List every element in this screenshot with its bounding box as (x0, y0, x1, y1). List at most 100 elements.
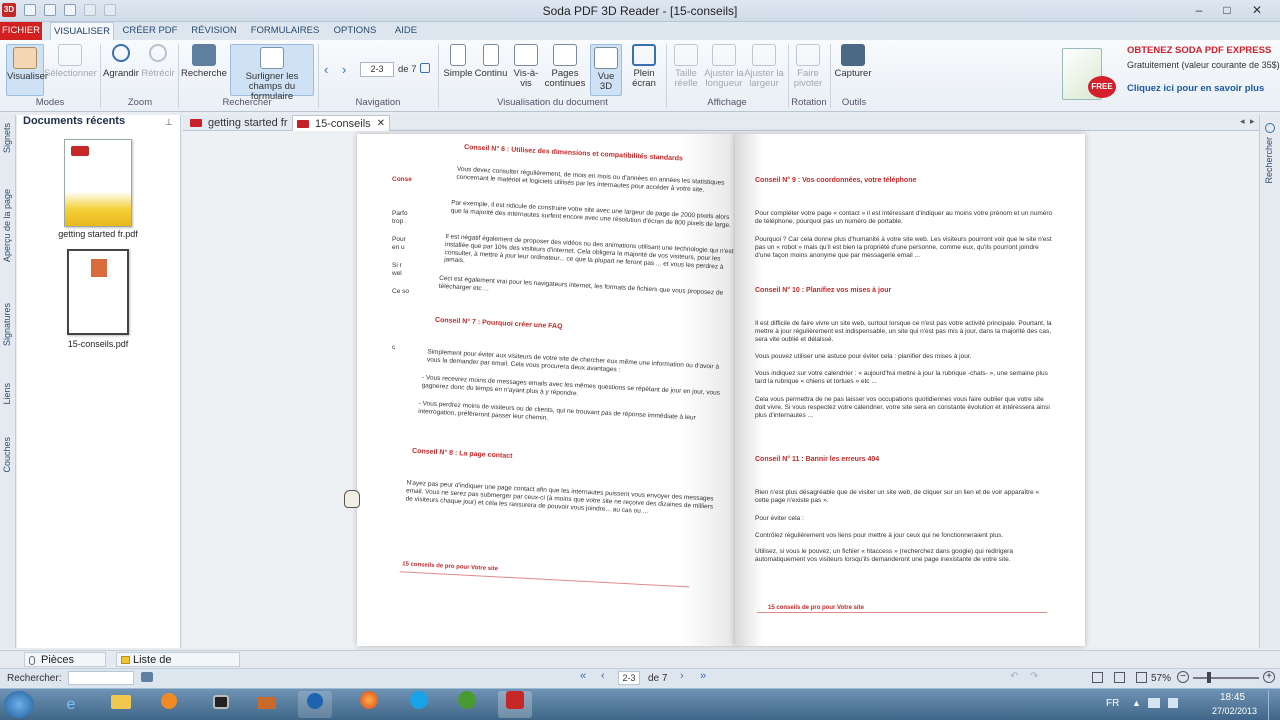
zoom-slider-thumb[interactable] (1207, 672, 1211, 683)
pin-icon[interactable]: ⊥ (165, 117, 173, 128)
tab-rechercher[interactable]: Rechercher (1264, 137, 1274, 184)
search-icon[interactable] (1265, 123, 1275, 133)
vis-a-vis-button[interactable]: Vis-à-vis (508, 44, 544, 89)
tab-formulaires[interactable]: FORMULAIRES (250, 22, 320, 40)
first-page-icon[interactable]: « (580, 670, 586, 682)
recherche-button[interactable]: Recherche (180, 44, 228, 79)
internet-explorer-icon[interactable]: e (54, 691, 88, 718)
retrecir-button[interactable]: Rétrécir (140, 44, 176, 79)
paragraph: - Vous perdrez moins de visiteurs ou de … (418, 400, 696, 422)
clock-time[interactable]: 18:45 (1220, 692, 1245, 703)
surligner-button[interactable]: Surligner les champs du formulaire (230, 44, 314, 102)
fit-icon[interactable] (1092, 672, 1103, 683)
taille-reelle-button[interactable]: Taille réelle (668, 44, 704, 89)
volume-icon[interactable] (1168, 698, 1178, 708)
zoom-slider[interactable] (1193, 677, 1259, 679)
fit-width-icon[interactable] (1136, 672, 1147, 683)
pages-continues-button[interactable]: Pages continues (544, 44, 586, 89)
ad-link[interactable]: Cliquez ici pour en savoir plus (1127, 83, 1264, 94)
plein-ecran-button[interactable]: Plein écran (626, 44, 662, 89)
binoculars-icon (192, 44, 216, 66)
ajuster-largeur-button[interactable]: Ajuster la largeur (744, 44, 784, 89)
simple-label: Simple (443, 68, 473, 79)
close-tab-icon[interactable]: ✕ (377, 116, 385, 132)
maximize-button[interactable]: □ (1218, 2, 1236, 18)
window-title: Soda PDF 3D Reader - [15-conseils] (542, 4, 738, 18)
zoom-in-icon (112, 44, 130, 62)
folder-app-icon[interactable] (250, 691, 284, 718)
tab-visualiser[interactable]: VISUALISER (50, 22, 114, 40)
capturer-button[interactable]: Capturer (832, 44, 874, 79)
next-page-icon[interactable]: › (342, 62, 346, 77)
tab-couches[interactable]: Couches (2, 437, 12, 473)
ad-subtitle: Gratuitement (valeur courante de 35$) (1127, 60, 1280, 70)
redo-icon[interactable]: ↷ (1030, 671, 1038, 682)
simple-button[interactable]: Simple (442, 44, 474, 79)
webcam-app-icon[interactable] (204, 691, 238, 718)
undo-icon[interactable]: ↶ (1010, 671, 1018, 682)
continu-button[interactable]: Continu (474, 44, 508, 79)
tab-creer-pdf[interactable]: CRÉER PDF (120, 22, 180, 40)
status-search-input[interactable] (68, 671, 134, 685)
zoom-out-icon[interactable]: − (1177, 671, 1189, 683)
binoculars-icon[interactable] (141, 672, 153, 682)
paragraph: Ceci est également vrai pour les navigat… (438, 274, 724, 297)
skype-icon[interactable] (402, 691, 436, 718)
visualiser-button[interactable]: Visualiser (6, 44, 48, 96)
recherche-label: Recherche (181, 68, 227, 79)
group-outils: Outils (841, 97, 867, 108)
selectionner-button[interactable]: Sélectionner (44, 44, 97, 79)
ajuster-longueur-button[interactable]: Ajuster la longueur (704, 44, 744, 89)
recent-doc-name[interactable]: getting started fr.pdf (38, 229, 158, 239)
paragraph: - Vous recevrez moins de messages emails… (421, 374, 721, 398)
hp-app-icon[interactable] (298, 691, 332, 718)
prev-page-icon[interactable]: ‹ (601, 670, 605, 682)
doc-tab-getting-started[interactable]: getting started fr (186, 115, 290, 131)
tab-fichier[interactable]: FICHIER (0, 22, 42, 40)
minimize-button[interactable]: – (1190, 2, 1208, 18)
right-search-bar: Rechercher (1259, 115, 1280, 648)
close-button[interactable]: ✕ (1248, 2, 1266, 18)
tab-signets[interactable]: Signets (2, 123, 12, 153)
media-player-icon[interactable] (152, 691, 186, 718)
recent-doc-thumbnail[interactable] (67, 249, 129, 335)
clock-date[interactable]: 27/02/2013 (1212, 706, 1257, 716)
start-button-icon[interactable] (4, 691, 34, 718)
soda-pdf-taskbar-icon[interactable] (498, 691, 532, 718)
utorrent-icon[interactable] (450, 691, 484, 718)
prev-page-icon[interactable]: ‹ (324, 62, 328, 77)
tab-liens[interactable]: Liens (2, 383, 12, 405)
vue-3d-button[interactable]: Vue 3D (590, 44, 622, 96)
tab-pieces-jointes[interactable]: Pièces jointes (24, 652, 106, 681)
show-desktop-button[interactable] (1268, 690, 1280, 720)
ad-title: OBTENEZ SODA PDF EXPRESS (1127, 45, 1272, 56)
tab-scroll-right-icon[interactable]: ▸ (1250, 116, 1255, 127)
heading-conseil-10: Conseil N° 10 : Planifiez vos mises à jo… (755, 287, 892, 294)
recent-documents-panel: Documents récents ⊥ getting started fr.p… (17, 115, 181, 648)
fit-page-icon[interactable] (1114, 672, 1125, 683)
recent-doc-thumbnail[interactable] (64, 139, 132, 227)
language-indicator[interactable]: FR (1106, 698, 1119, 709)
next-page-icon[interactable]: › (680, 670, 684, 682)
recent-doc-name[interactable]: 15-conseils.pdf (38, 339, 158, 349)
zoom-level: 57% (1151, 673, 1172, 684)
tab-scroll-left-icon[interactable]: ◂ (1240, 116, 1245, 127)
goto-page-icon[interactable] (420, 63, 430, 73)
zoom-in-icon[interactable]: + (1263, 671, 1275, 683)
tab-aide[interactable]: AIDE (388, 22, 424, 40)
tab-signatures[interactable]: Signatures (2, 303, 12, 346)
firefox-icon[interactable] (352, 691, 386, 718)
file-explorer-icon[interactable] (104, 691, 138, 718)
faire-pivoter-button[interactable]: Faire pivoter (790, 44, 826, 89)
tab-revision[interactable]: RÉVISION (186, 22, 242, 40)
tab-options[interactable]: OPTIONS (330, 22, 380, 40)
page-input[interactable]: 2-3 (360, 62, 394, 77)
agrandir-button[interactable]: Agrandir (102, 44, 140, 79)
last-page-icon[interactable]: » (700, 670, 706, 682)
tab-apercu-page[interactable]: Aperçu de la page (2, 189, 12, 262)
network-icon[interactable] (1148, 698, 1160, 708)
doc-tab-15-conseils[interactable]: 15-conseils ✕ (292, 115, 390, 131)
tray-arrow-icon[interactable]: ▲ (1132, 698, 1141, 708)
tab-liste-commentaires[interactable]: Liste de commentaires (116, 652, 240, 681)
status-page-input[interactable]: 2-3 (618, 671, 640, 685)
